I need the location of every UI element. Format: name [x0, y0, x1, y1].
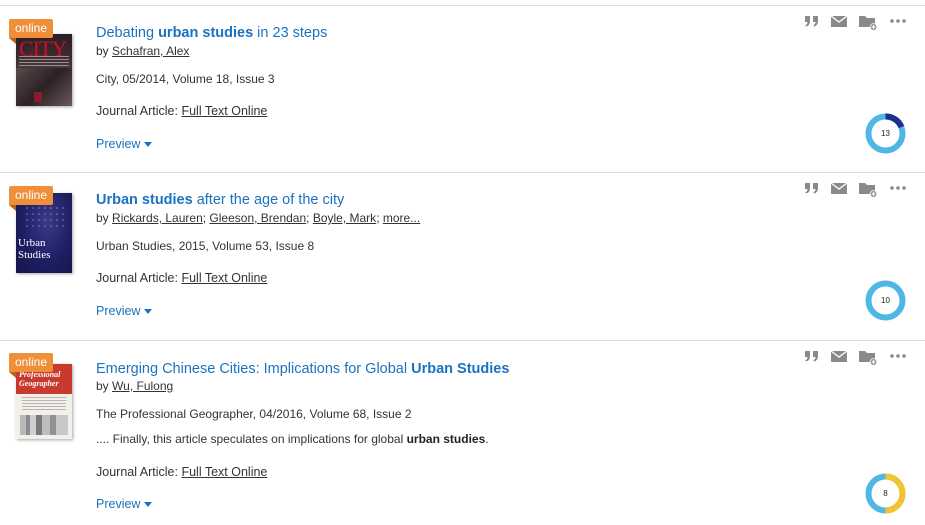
more-icon[interactable]: [889, 179, 907, 197]
title-text: in 23 steps: [253, 25, 328, 41]
result-toolbar: [803, 179, 913, 199]
cover-photo: [20, 415, 68, 435]
authors-line: by Schafran, Alex: [96, 44, 189, 58]
online-badge: online: [9, 186, 54, 211]
journal-cover-thumbnail[interactable]: CITY: [16, 34, 72, 106]
cover-graphic: [24, 205, 64, 229]
full-text-link[interactable]: Full Text Online: [181, 104, 267, 118]
result-item: CITY online Debating urban studies in 23…: [0, 5, 925, 172]
altmetric-score: 10: [881, 296, 890, 305]
altmetric-donut[interactable]: 8: [864, 472, 907, 515]
result-title-link[interactable]: Emerging Chinese Cities: Implications fo…: [96, 361, 509, 377]
authors-line: by Wu, Fulong: [96, 379, 173, 393]
mail-icon[interactable]: [830, 179, 848, 197]
result-toolbar: [803, 347, 913, 367]
result-title-link[interactable]: Urban studies after the age of the city: [96, 192, 344, 208]
online-badge: online: [9, 353, 54, 378]
title-highlight: urban studies: [158, 25, 254, 41]
online-badge: online: [9, 19, 54, 44]
author-link[interactable]: Rickards, Lauren: [112, 211, 203, 225]
snippet-text: .... Finally, this article speculates on…: [96, 432, 407, 446]
cover-title: Urban Studies: [18, 237, 51, 261]
cover-accent: [34, 92, 42, 102]
folder-add-icon[interactable]: [858, 179, 878, 198]
mail-icon[interactable]: [830, 347, 848, 365]
mail-icon[interactable]: [830, 12, 848, 30]
preview-label: Preview: [96, 137, 141, 151]
caret-down-icon: [144, 309, 153, 315]
result-title-link[interactable]: Debating urban studies in 23 steps: [96, 25, 327, 41]
search-results-list: CITY online Debating urban studies in 23…: [0, 0, 925, 525]
more-icon[interactable]: [889, 12, 907, 30]
result-toolbar: [803, 12, 913, 32]
format-line: Journal Article: Full Text Online: [96, 271, 267, 285]
publication-source: The Professional Geographer, 04/2016, Vo…: [96, 407, 412, 421]
journal-cover-thumbnail[interactable]: Urban Studies: [16, 193, 72, 273]
altmetric-score: 8: [883, 489, 888, 498]
title-text: Emerging Chinese Cities: Implications fo…: [96, 361, 412, 377]
more-authors-link[interactable]: more...: [383, 211, 420, 225]
altmetric-donut[interactable]: 10: [864, 279, 907, 322]
altmetric-score: 13: [881, 129, 890, 138]
authors-line: by Rickards, Lauren; Gleeson, Brendan; B…: [96, 211, 421, 225]
format-line: Journal Article: Full Text Online: [96, 104, 267, 118]
by-label: by: [96, 211, 109, 225]
title-text: Debating: [96, 25, 159, 41]
publication-source: Urban Studies, 2015, Volume 53, Issue 8: [96, 239, 315, 253]
format-label: Journal Article:: [96, 104, 178, 118]
format-line: Journal Article: Full Text Online: [96, 465, 267, 479]
snippet-text: .: [485, 432, 489, 446]
format-label: Journal Article:: [96, 271, 178, 285]
preview-toggle[interactable]: Preview: [96, 137, 153, 151]
title-text: after the age of the city: [192, 192, 345, 208]
title-highlight: Urban studies: [96, 192, 193, 208]
abstract-snippet: .... Finally, this article speculates on…: [96, 432, 489, 446]
publication-source: City, 05/2014, Volume 18, Issue 3: [96, 72, 275, 86]
cover-text-lines: [22, 397, 66, 411]
quote-icon[interactable]: [803, 347, 821, 365]
by-label: by: [96, 379, 109, 393]
cover-subtitle-lines: [19, 56, 69, 66]
caret-down-icon: [144, 142, 153, 148]
by-label: by: [96, 44, 109, 58]
title-highlight: Urban Studies: [411, 361, 510, 377]
full-text-link[interactable]: Full Text Online: [181, 465, 267, 479]
preview-label: Preview: [96, 497, 141, 511]
quote-icon[interactable]: [803, 12, 821, 30]
more-icon[interactable]: [889, 347, 907, 365]
result-item: Professional Geographer online Emerging …: [0, 340, 925, 525]
caret-down-icon: [144, 502, 153, 508]
author-link[interactable]: Gleeson, Brendan: [209, 211, 306, 225]
preview-toggle[interactable]: Preview: [96, 497, 153, 511]
full-text-link[interactable]: Full Text Online: [181, 271, 267, 285]
format-label: Journal Article:: [96, 465, 178, 479]
author-link[interactable]: Wu, Fulong: [112, 379, 173, 393]
result-item: Urban Studies online Urban studies after…: [0, 172, 925, 340]
quote-icon[interactable]: [803, 179, 821, 197]
folder-add-icon[interactable]: [858, 347, 878, 366]
preview-label: Preview: [96, 304, 141, 318]
preview-toggle[interactable]: Preview: [96, 304, 153, 318]
author-link[interactable]: Boyle, Mark: [313, 211, 376, 225]
snippet-highlight: urban studies: [406, 432, 486, 446]
author-link[interactable]: Schafran, Alex: [112, 44, 189, 58]
cover-photo: [16, 68, 72, 106]
altmetric-donut[interactable]: 13: [864, 112, 907, 155]
cover-title: Professional Geographer: [19, 370, 61, 388]
journal-cover-thumbnail[interactable]: Professional Geographer: [16, 364, 72, 439]
folder-add-icon[interactable]: [858, 12, 878, 31]
